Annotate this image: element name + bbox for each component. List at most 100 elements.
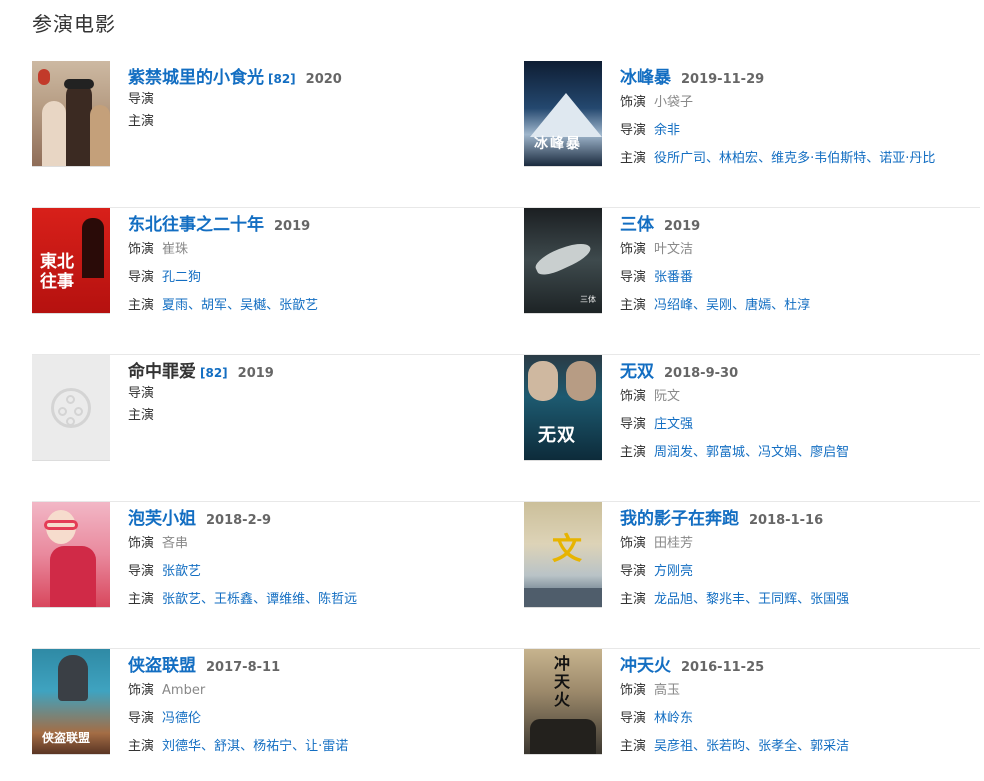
director-label: 导演 xyxy=(128,386,155,401)
film-date: 2018-2-9 xyxy=(206,513,272,528)
cast-label: 主演 xyxy=(128,592,155,607)
role-label: 饰演 xyxy=(128,242,155,257)
cast-member-link[interactable]: 龙品旭 xyxy=(654,592,693,607)
cast-member-link[interactable]: 廖启智 xyxy=(810,445,849,460)
director-label: 导演 xyxy=(128,564,155,579)
film-title-link[interactable]: 冰峰暴 xyxy=(620,63,671,88)
cast-label: 主演 xyxy=(620,445,647,460)
cast-member-link[interactable]: 张歆艺 xyxy=(162,592,201,607)
film-row: 東北往事 东北往事之二十年 2019 饰演 崔珠 导演 孔二狗 主演 夏雨、胡军、吴樾… xyxy=(32,208,980,355)
cast-member-link[interactable]: 役所广司 xyxy=(654,151,706,166)
cast-member-link[interactable]: 张孝全 xyxy=(758,739,797,754)
director-link[interactable]: 冯德伦 xyxy=(162,711,201,726)
reference-link[interactable]: [82] xyxy=(200,366,228,380)
film-poster[interactable]: 侠盗联盟 xyxy=(32,649,110,755)
director-label: 导演 xyxy=(620,123,647,138)
film-poster[interactable]: 文 xyxy=(524,502,602,608)
role-value: 崔珠 xyxy=(162,242,189,257)
film-title-link[interactable]: 我的影子在奔跑 xyxy=(620,504,739,529)
film-title-link[interactable]: 紫禁城里的小食光 xyxy=(128,63,264,88)
director-label: 导演 xyxy=(128,711,155,726)
film-card: 紫禁城里的小食光 [82] 2020 导演 主演 xyxy=(32,61,524,207)
cast-list: 夏雨、胡军、吴樾、张歆艺 xyxy=(162,298,319,313)
film-card: 无双 无双 2018-9-30 饰演 阮文 导演 庄文强 主演 周润发、郭富城、冯文娟… xyxy=(524,355,980,501)
film-card: 冲天火 冲天火 2016-11-25 饰演 高玉 导演 林岭东 主演 吴彦祖、张若昀、… xyxy=(524,649,980,781)
cast-member-link[interactable]: 周润发 xyxy=(654,445,693,460)
role-value: 田桂芳 xyxy=(654,536,694,551)
cast-member-link[interactable]: 杨祐宁 xyxy=(253,739,292,754)
cast-member-link[interactable]: 王同辉 xyxy=(758,592,797,607)
director-link[interactable]: 方刚亮 xyxy=(654,564,693,579)
film-card: 侠盗联盟 侠盗联盟 2017-8-11 饰演 Amber 导演 冯德伦 主演 刘德华、… xyxy=(32,649,524,781)
cast-member-link[interactable]: 刘德华 xyxy=(162,739,201,754)
film-poster[interactable]: 冰峰暴 xyxy=(524,61,602,167)
cast-member-link[interactable]: 王栎鑫 xyxy=(214,592,253,607)
cast-member-link[interactable]: 吴刚 xyxy=(706,298,732,313)
film-poster[interactable]: 東北往事 xyxy=(32,208,110,314)
film-title-link[interactable]: 泡芙小姐 xyxy=(128,504,196,529)
cast-list: 役所广司、林柏宏、维克多·韦伯斯特、诺亚·丹比 xyxy=(654,151,936,166)
film-title-link[interactable]: 侠盗联盟 xyxy=(128,651,196,676)
film-poster[interactable] xyxy=(32,502,110,608)
cast-member-link[interactable]: 谭维维 xyxy=(266,592,305,607)
role-label: 饰演 xyxy=(620,242,647,257)
film-poster[interactable] xyxy=(32,61,110,167)
cast-label: 主演 xyxy=(620,592,647,607)
film-title-link[interactable]: 冲天火 xyxy=(620,651,671,676)
role-label: 饰演 xyxy=(620,389,647,404)
cast-member-link[interactable]: 杜淳 xyxy=(784,298,810,313)
film-poster[interactable]: 无双 xyxy=(524,355,602,461)
cast-member-link[interactable]: 冯文娟 xyxy=(758,445,797,460)
film-title-link[interactable]: 三体 xyxy=(620,210,654,235)
cast-member-link[interactable]: 郭采洁 xyxy=(810,739,849,754)
cast-member-link[interactable]: 郭富城 xyxy=(706,445,745,460)
cast-member-link[interactable]: 冯绍峰 xyxy=(654,298,693,313)
director-label: 导演 xyxy=(620,711,647,726)
film-poster[interactable]: 冲天火 xyxy=(524,649,602,755)
film-title-link[interactable]: 无双 xyxy=(620,357,654,382)
director-link[interactable]: 林岭东 xyxy=(654,711,693,726)
cast-member-link[interactable]: 舒淇 xyxy=(214,739,240,754)
director-link[interactable]: 庄文强 xyxy=(654,417,693,432)
role-value: 阮文 xyxy=(654,389,681,404)
cast-label: 主演 xyxy=(620,739,647,754)
cast-member-link[interactable]: 黎兆丰 xyxy=(706,592,745,607)
film-poster-placeholder xyxy=(32,355,110,461)
cast-member-link[interactable]: 唐嫣 xyxy=(745,298,771,313)
film-grid: 紫禁城里的小食光 [82] 2020 导演 主演 冰峰暴 冰峰暴 2019-11… xyxy=(32,61,980,781)
cast-member-link[interactable]: 张若昀 xyxy=(706,739,745,754)
reference-link[interactable]: [82] xyxy=(268,72,296,86)
cast-member-link[interactable]: 张国强 xyxy=(810,592,849,607)
cast-member-link[interactable]: 胡军 xyxy=(201,298,227,313)
cast-member-link[interactable]: 夏雨 xyxy=(162,298,188,313)
cast-label: 主演 xyxy=(128,739,155,754)
film-date: 2019 xyxy=(664,219,701,234)
cast-member-link[interactable]: 让·雷诺 xyxy=(305,739,348,754)
cast-list: 吴彦祖、张若昀、张孝全、郭采洁 xyxy=(654,739,850,754)
role-label: 饰演 xyxy=(128,683,155,698)
cast-list: 张歆艺、王栎鑫、谭维维、陈哲远 xyxy=(162,592,358,607)
film-card: 文 我的影子在奔跑 2018-1-16 饰演 田桂芳 导演 方刚亮 主演 龙品旭、黎兆… xyxy=(524,502,980,648)
cast-member-link[interactable]: 诺亚·丹比 xyxy=(879,151,935,166)
cast-label: 主演 xyxy=(128,408,155,423)
film-poster[interactable]: 三体 xyxy=(524,208,602,314)
director-link[interactable]: 张番番 xyxy=(654,270,693,285)
film-title-link[interactable]: 东北往事之二十年 xyxy=(128,210,264,235)
cast-member-link[interactable]: 维克多·韦伯斯特 xyxy=(771,151,866,166)
role-value: 叶文洁 xyxy=(654,242,694,257)
director-link[interactable]: 余非 xyxy=(654,123,680,138)
cast-member-link[interactable]: 陈哲远 xyxy=(318,592,357,607)
cast-label: 主演 xyxy=(128,298,155,313)
cast-member-link[interactable]: 吴樾 xyxy=(240,298,266,313)
director-link[interactable]: 张歆艺 xyxy=(162,564,201,579)
film-date: 2019 xyxy=(274,219,311,234)
film-date: 2019 xyxy=(237,366,274,381)
film-date: 2020 xyxy=(305,72,342,87)
cast-member-link[interactable]: 林柏宏 xyxy=(719,151,758,166)
cast-member-link[interactable]: 吴彦祖 xyxy=(654,739,693,754)
role-value: 吝串 xyxy=(162,536,189,551)
director-link[interactable]: 孔二狗 xyxy=(162,270,201,285)
film-date: 2016-11-25 xyxy=(681,660,765,675)
cast-member-link[interactable]: 张歆艺 xyxy=(279,298,318,313)
director-label: 导演 xyxy=(128,270,155,285)
